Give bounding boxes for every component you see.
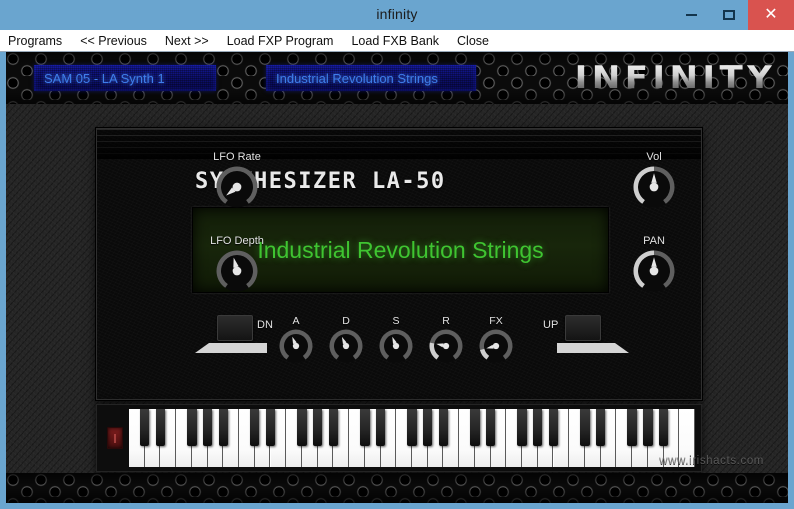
black-key[interactable] [423, 409, 433, 446]
menu-item-programs[interactable]: Programs [8, 34, 62, 48]
bottom-banner-shading [6, 473, 788, 503]
bottom-banner [6, 473, 788, 503]
knob-fx[interactable]: FX [473, 315, 519, 369]
top-banner: SAM 05 - LA Synth 1 Industrial Revolutio… [6, 52, 788, 104]
black-key[interactable] [517, 409, 527, 446]
black-key[interactable] [250, 409, 260, 446]
knob-lfo-rate-dial[interactable] [215, 165, 259, 209]
knob-attack-dial[interactable] [278, 328, 314, 364]
knob-lfo-depth-dial[interactable] [215, 249, 259, 293]
knob-pan-dial[interactable] [632, 249, 676, 293]
close-icon: ✕ [764, 6, 778, 23]
knob-attack[interactable]: A [273, 315, 319, 369]
knob-sustain-dial[interactable] [378, 328, 414, 364]
menu-item-load-fxp-program[interactable]: Load FXP Program [227, 34, 334, 48]
step-down-button[interactable] [217, 315, 253, 341]
black-key[interactable] [407, 409, 417, 446]
preset-display-text: Industrial Revolution Strings [276, 70, 438, 86]
black-key[interactable] [643, 409, 653, 446]
black-key[interactable] [360, 409, 370, 446]
knob-lfo-rate[interactable]: LFO Rate [205, 151, 269, 214]
minimize-icon [685, 14, 697, 16]
brand-logo-text: INFINITY [574, 59, 776, 96]
black-key[interactable] [140, 409, 150, 446]
watermark-text: www.irishacts.com [659, 455, 764, 467]
maximize-icon [723, 10, 735, 20]
step-up-control[interactable]: UP [543, 315, 635, 361]
black-key[interactable] [595, 409, 606, 446]
black-key[interactable] [548, 409, 559, 446]
knob-sustain-label: S [392, 315, 400, 327]
black-key[interactable] [265, 409, 276, 446]
knob-pan[interactable]: PAN [622, 235, 686, 298]
menu-item-load-fxb-bank[interactable]: Load FXB Bank [351, 34, 439, 48]
black-key[interactable] [297, 409, 307, 446]
keyboard[interactable] [96, 404, 702, 472]
knob-fx-label: FX [489, 315, 503, 327]
knob-lfo-rate-label: LFO Rate [213, 151, 261, 163]
bank-display[interactable]: SAM 05 - LA Synth 1 [34, 65, 216, 91]
black-key[interactable] [485, 409, 496, 446]
black-key[interactable] [202, 409, 213, 446]
arrow-left-icon [195, 343, 267, 353]
black-key[interactable] [375, 409, 386, 446]
menu-bar: Programs << Previous Next >> Load FXP Pr… [0, 30, 794, 52]
bank-display-text: SAM 05 - LA Synth 1 [44, 70, 165, 86]
keyboard-keys[interactable] [129, 409, 695, 467]
plugin-window: infinity ✕ Programs << Previous Next >> … [0, 0, 794, 509]
knob-volume-label: Vol [646, 151, 662, 163]
knob-fx-dial[interactable] [478, 328, 514, 364]
black-key[interactable] [470, 409, 480, 446]
knob-release[interactable]: R [423, 315, 469, 369]
step-up-label: UP [543, 319, 559, 331]
knob-decay[interactable]: D [323, 315, 369, 369]
knob-sustain[interactable]: S [373, 315, 419, 369]
midi-indicator-led [107, 427, 123, 449]
black-key[interactable] [155, 409, 166, 446]
vent-slots [97, 129, 701, 159]
black-key[interactable] [438, 409, 449, 446]
knob-decay-dial[interactable] [328, 328, 364, 364]
knob-attack-label: A [292, 315, 300, 327]
knob-decay-label: D [342, 315, 350, 327]
black-key[interactable] [658, 409, 669, 446]
knob-release-label: R [442, 315, 450, 327]
black-key[interactable] [312, 409, 323, 446]
black-key[interactable] [627, 409, 637, 446]
arrow-right-icon [557, 343, 629, 353]
step-up-button[interactable] [565, 315, 601, 341]
title-bar: infinity ✕ [0, 0, 794, 30]
black-key[interactable] [580, 409, 590, 446]
maximize-button[interactable] [710, 0, 748, 30]
menu-item-previous[interactable]: << Previous [80, 34, 147, 48]
menu-item-next[interactable]: Next >> [165, 34, 209, 48]
black-key[interactable] [218, 409, 229, 446]
preset-display[interactable]: Industrial Revolution Strings [266, 65, 476, 91]
knob-pan-label: PAN [643, 235, 665, 247]
brand-logo: INFINITY [574, 60, 776, 96]
close-button[interactable]: ✕ [748, 0, 794, 30]
menu-item-close[interactable]: Close [457, 34, 489, 48]
knob-release-dial[interactable] [428, 328, 464, 364]
knob-lfo-depth-label: LFO Depth [210, 235, 264, 247]
knob-volume[interactable]: Vol [622, 151, 686, 214]
step-down-control[interactable]: DN [195, 315, 275, 361]
plugin-body: SAM 05 - LA Synth 1 Industrial Revolutio… [6, 52, 788, 503]
minimize-button[interactable] [672, 0, 710, 30]
synth-panel: SYNTHESIZER LA-50 Industrial Revolution … [96, 128, 702, 400]
black-key[interactable] [533, 409, 543, 446]
knob-volume-dial[interactable] [632, 165, 676, 209]
knob-lfo-depth[interactable]: LFO Depth [205, 235, 269, 298]
step-down-label: DN [257, 319, 273, 331]
lcd-screen-text: Industrial Revolution Strings [257, 236, 544, 263]
black-key[interactable] [187, 409, 197, 446]
black-key[interactable] [328, 409, 339, 446]
